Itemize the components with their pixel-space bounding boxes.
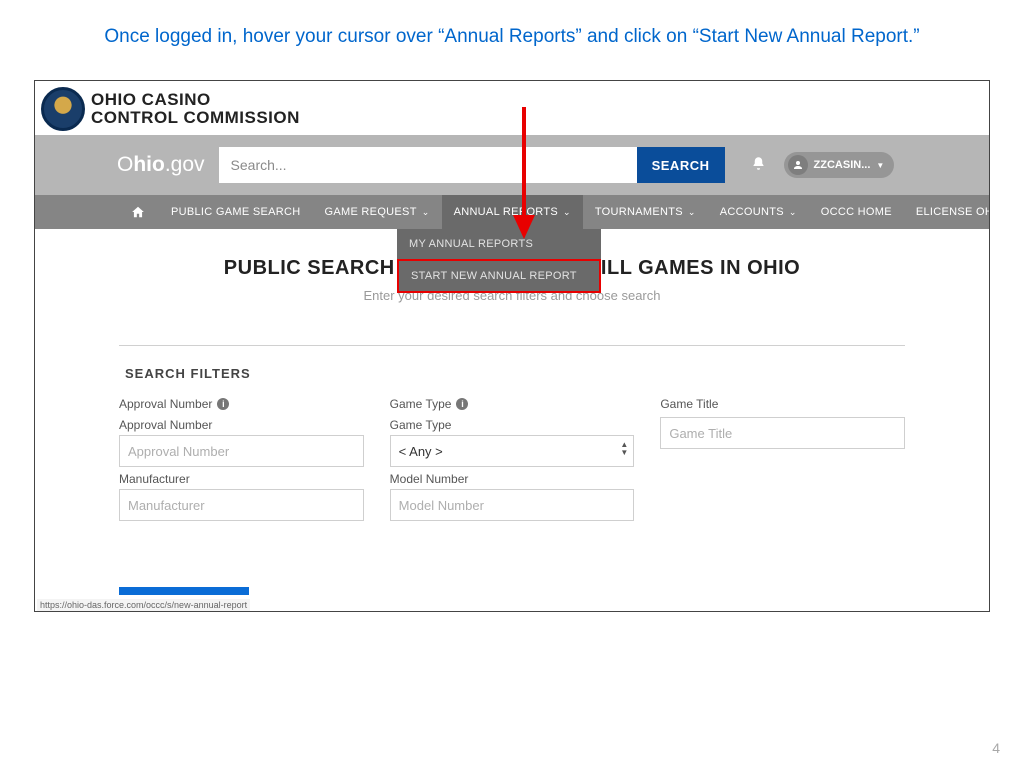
browser-frame: OHIO CASINO CONTROL COMMISSION Ohio.gov … <box>34 80 990 612</box>
logo-bar: OHIO CASINO CONTROL COMMISSION <box>35 81 989 135</box>
nav-accounts[interactable]: ACCOUNTS⌄ <box>708 195 809 229</box>
state-seal-icon <box>41 87 85 131</box>
manufacturer-label: Manufacturer <box>119 472 364 486</box>
commission-name: OHIO CASINO CONTROL COMMISSION <box>91 91 300 127</box>
nav-elicense[interactable]: ELICENSE OHIO <box>904 195 990 229</box>
model-number-input[interactable] <box>390 489 635 521</box>
game-type-sublabel: Game Type <box>390 418 635 432</box>
partial-button[interactable] <box>119 587 249 595</box>
approval-number-input[interactable] <box>119 435 364 467</box>
bell-icon[interactable] <box>751 156 766 175</box>
main-nav: PUBLIC GAME SEARCH GAME REQUEST⌄ ANNUAL … <box>35 195 989 229</box>
slide-page-number: 4 <box>992 740 1000 756</box>
approval-number-sublabel: Approval Number <box>119 418 364 432</box>
dropdown-my-annual-reports[interactable]: MY ANNUAL REPORTS <box>397 229 601 259</box>
nav-game-request[interactable]: GAME REQUEST⌄ <box>312 195 441 229</box>
info-icon[interactable]: i <box>456 398 468 410</box>
filters-heading: SEARCH FILTERS <box>119 366 905 381</box>
top-search-bar: Ohio.gov SEARCH ZZCASIN... ▼ <box>35 135 989 195</box>
avatar-icon <box>788 155 808 175</box>
user-menu[interactable]: ZZCASIN... ▼ <box>784 152 895 178</box>
search-filters: SEARCH FILTERS Approval Numberi Approval… <box>119 366 905 521</box>
annual-reports-dropdown: MY ANNUAL REPORTS START NEW ANNUAL REPOR… <box>397 229 601 293</box>
chevron-down-icon: ▼ <box>876 161 884 170</box>
game-title-input[interactable] <box>660 417 905 449</box>
chevron-down-icon: ⌄ <box>563 207 571 218</box>
chevron-down-icon: ⌄ <box>422 207 430 218</box>
nav-tournaments[interactable]: TOURNAMENTS⌄ <box>583 195 708 229</box>
nav-occc-home[interactable]: OCCC HOME <box>809 195 904 229</box>
nav-home[interactable] <box>117 195 159 229</box>
game-title-label: Game Title <box>660 397 905 411</box>
slide-instruction: Once logged in, hover your cursor over “… <box>0 0 1024 62</box>
divider <box>119 345 905 346</box>
game-type-label: Game Typei <box>390 397 635 411</box>
nav-annual-reports[interactable]: ANNUAL REPORTS⌄ <box>442 195 583 229</box>
search-input[interactable] <box>219 147 637 183</box>
search-button[interactable]: SEARCH <box>637 147 725 183</box>
chevron-down-icon: ⌄ <box>688 207 696 218</box>
chevron-down-icon: ⌄ <box>789 207 797 218</box>
status-bar-url: https://ohio-das.force.com/occc/s/new-an… <box>37 599 250 611</box>
approval-number-label: Approval Numberi <box>119 397 364 411</box>
model-number-label: Model Number <box>390 472 635 486</box>
game-type-select[interactable]: < Any > <box>390 435 635 467</box>
manufacturer-input[interactable] <box>119 489 364 521</box>
dropdown-start-new-annual-report[interactable]: START NEW ANNUAL REPORT <box>397 259 601 293</box>
info-icon[interactable]: i <box>217 398 229 410</box>
home-icon <box>131 205 145 219</box>
user-name: ZZCASIN... <box>814 159 871 171</box>
nav-public-game-search[interactable]: PUBLIC GAME SEARCH <box>159 195 312 229</box>
site-brand: Ohio.gov <box>117 153 205 177</box>
